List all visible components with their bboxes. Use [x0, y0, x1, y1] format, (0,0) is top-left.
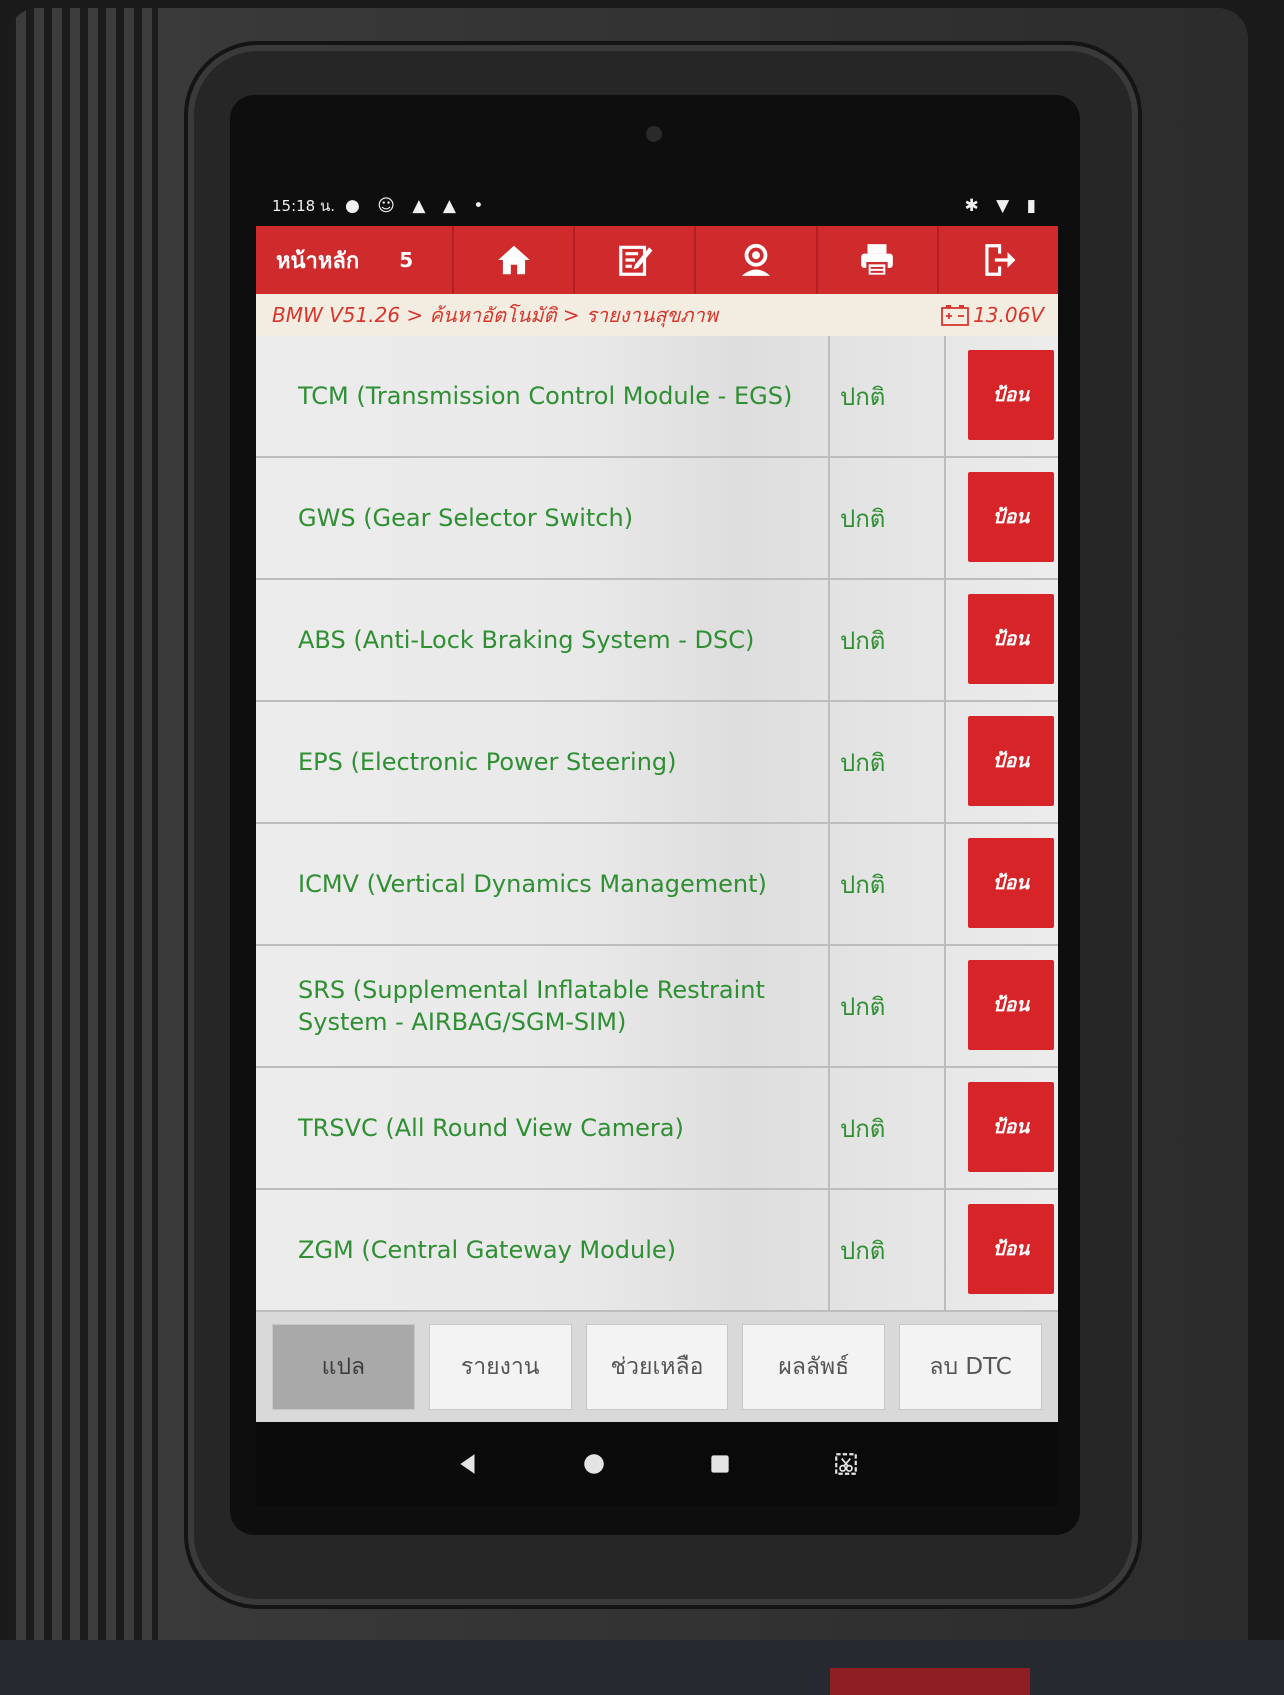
breadcrumb: BMW V51.26 > ค้นหาอัตโนมัติ > รายงานสุขภ…	[256, 294, 1058, 336]
enter-button[interactable]: ป้อน	[968, 1082, 1054, 1172]
translate-button[interactable]: แปล	[272, 1324, 415, 1410]
support-button[interactable]	[694, 226, 815, 294]
toolbar-title: หน้าหลัก	[276, 248, 360, 274]
enter-button[interactable]: ป้อน	[968, 1204, 1054, 1294]
app-screen: 15:18 น. ● ☺ ▲ ▲ • ✱ ▼ ▮ หน้าหลัก 5 BMW …	[256, 188, 1058, 1506]
print-button[interactable]	[815, 226, 937, 294]
system-name: GWS (Gear Selector Switch)	[298, 504, 634, 532]
back-icon[interactable]	[455, 1451, 481, 1477]
notification-icons: ● ☺ ▲ ▲ •	[345, 196, 490, 216]
enter-button[interactable]: ป้อน	[968, 838, 1054, 928]
system-name: TRSVC (All Round View Camera)	[298, 1114, 684, 1142]
home-circle-icon[interactable]	[581, 1451, 607, 1477]
toolbar-page-number: 5	[399, 248, 414, 272]
system-status: ปกติ	[828, 702, 946, 822]
health-report-list: TCM (Transmission Control Module - EGS) …	[256, 336, 1058, 1312]
breadcrumb-path: BMW V51.26 > ค้นหาอัตโนมัติ > รายงานสุขภ…	[272, 303, 718, 327]
system-status: ปกติ	[828, 946, 946, 1066]
enter-button[interactable]: ป้อน	[968, 350, 1054, 440]
bottom-action-bar: แปล รายงาน ช่วยเหลือ ผลลัพธ์ ลบ DTC	[256, 1312, 1058, 1422]
exit-button[interactable]	[936, 226, 1058, 294]
list-row: TRSVC (All Round View Camera) ปกติ ป้อน	[256, 1068, 1058, 1190]
edit-icon	[618, 245, 653, 276]
system-name: ABS (Anti-Lock Braking System - DSC)	[298, 626, 755, 654]
list-row: GWS (Gear Selector Switch) ปกติ ป้อน	[256, 458, 1058, 580]
system-status: ปกติ	[828, 580, 946, 700]
front-camera	[646, 126, 662, 142]
system-name: ICMV (Vertical Dynamics Management)	[298, 870, 767, 898]
home-button[interactable]	[452, 226, 573, 294]
help-button[interactable]: ช่วยเหลือ	[585, 1324, 729, 1410]
list-row: ICMV (Vertical Dynamics Management) ปกติ…	[256, 824, 1058, 946]
edit-button[interactable]	[573, 226, 694, 294]
background-surface	[0, 1640, 1284, 1695]
enter-button[interactable]: ป้อน	[968, 716, 1054, 806]
list-row: EPS (Electronic Power Steering) ปกติ ป้อ…	[256, 702, 1058, 824]
clear-dtc-button[interactable]: ลบ DTC	[899, 1324, 1042, 1410]
enter-button[interactable]: ป้อน	[968, 960, 1054, 1050]
list-row: SRS (Supplemental Inflatable Restraint S…	[256, 946, 1058, 1068]
screenshot-icon[interactable]	[833, 1451, 859, 1477]
toolbar-title-area: หน้าหลัก 5	[256, 226, 452, 294]
status-time: 15:18 น.	[272, 197, 336, 215]
list-row: ABS (Anti-Lock Braking System - DSC) ปกต…	[256, 580, 1058, 702]
system-status: ปกติ	[828, 1068, 946, 1188]
battery-icon	[941, 305, 969, 326]
support-user-icon	[741, 243, 771, 276]
system-status: ปกติ	[828, 336, 946, 456]
device-grip	[8, 8, 158, 1668]
enter-button[interactable]: ป้อน	[968, 594, 1054, 684]
print-icon	[861, 244, 894, 278]
exit-icon	[985, 244, 1016, 276]
results-button[interactable]: ผลลัพธ์	[742, 1324, 886, 1410]
system-name: TCM (Transmission Control Module - EGS)	[298, 382, 793, 410]
system-icons: ✱ ▼ ▮	[964, 196, 1042, 216]
system-name: SRS (Supplemental Inflatable Restraint S…	[298, 976, 765, 1036]
system-status: ปกติ	[828, 1190, 946, 1310]
system-status: ปกติ	[828, 824, 946, 944]
background-red-strip	[830, 1668, 1030, 1695]
list-row: ZGM (Central Gateway Module) ปกติ ป้อน	[256, 1190, 1058, 1312]
voltage-value: 13.06V	[973, 303, 1044, 327]
list-row: TCM (Transmission Control Module - EGS) …	[256, 336, 1058, 458]
status-bar: 15:18 น. ● ☺ ▲ ▲ • ✱ ▼ ▮	[256, 188, 1058, 224]
voltage-indicator: 13.06V	[941, 303, 1044, 327]
system-status: ปกติ	[828, 458, 946, 578]
top-toolbar: หน้าหลัก 5	[256, 226, 1058, 294]
system-name: ZGM (Central Gateway Module)	[298, 1236, 677, 1264]
android-nav-bar	[256, 1422, 1058, 1506]
recents-icon[interactable]	[707, 1451, 733, 1477]
report-button[interactable]: รายงาน	[428, 1324, 572, 1410]
home-icon	[497, 245, 530, 275]
enter-button[interactable]: ป้อน	[968, 472, 1054, 562]
system-name: EPS (Electronic Power Steering)	[298, 748, 677, 776]
